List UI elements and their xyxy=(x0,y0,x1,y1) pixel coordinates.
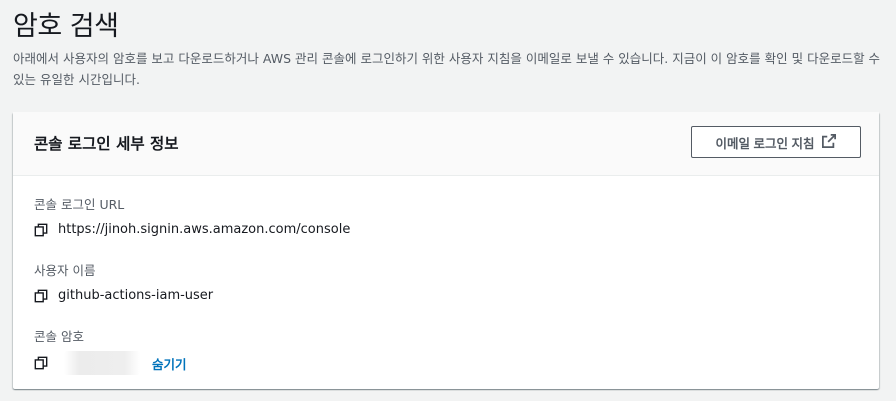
page-description: 아래에서 사용자의 암호를 보고 다운로드하거나 AWS 관리 콘솔에 로그인하… xyxy=(13,51,881,87)
page-title: 암호 검색 xyxy=(13,11,119,42)
field-value-row: https://jinoh.signin.aws.amazon.com/cons… xyxy=(34,222,350,237)
field-console-password: 콘솔 암호 숨기기 xyxy=(34,326,187,375)
field-value-row: github-actions-iam-user xyxy=(34,288,213,303)
field-label: 콘솔 암호 xyxy=(34,329,84,344)
email-login-instructions-label: 이메일 로그인 지침 xyxy=(715,136,815,151)
field-label: 사용자 이름 xyxy=(34,263,96,278)
copy-icon[interactable] xyxy=(34,356,48,370)
field-user-name: 사용자 이름 github-actions-iam-user xyxy=(34,260,213,303)
copy-icon[interactable] xyxy=(34,223,48,237)
console-login-details-card: 콘솔 로그인 세부 정보 이메일 로그인 지침 콘솔 로그인 URL https… xyxy=(13,112,879,389)
copy-icon[interactable] xyxy=(34,289,48,303)
hide-password-link[interactable]: 숨기기 xyxy=(152,354,187,373)
user-name-value: github-actions-iam-user xyxy=(58,288,214,303)
console-login-url-value: https://jinoh.signin.aws.amazon.com/cons… xyxy=(58,222,351,237)
field-console-login-url: 콘솔 로그인 URL https://jinoh.signin.aws.amaz… xyxy=(34,194,350,237)
external-link-icon xyxy=(822,133,837,151)
field-value-row: 숨기기 xyxy=(34,351,187,375)
console-password-value xyxy=(64,351,140,375)
field-label: 콘솔 로그인 URL xyxy=(34,197,125,212)
card-title: 콘솔 로그인 세부 정보 xyxy=(34,135,179,153)
card-header: 콘솔 로그인 세부 정보 이메일 로그인 지침 xyxy=(13,112,879,176)
email-login-instructions-button[interactable]: 이메일 로그인 지침 xyxy=(691,126,861,158)
